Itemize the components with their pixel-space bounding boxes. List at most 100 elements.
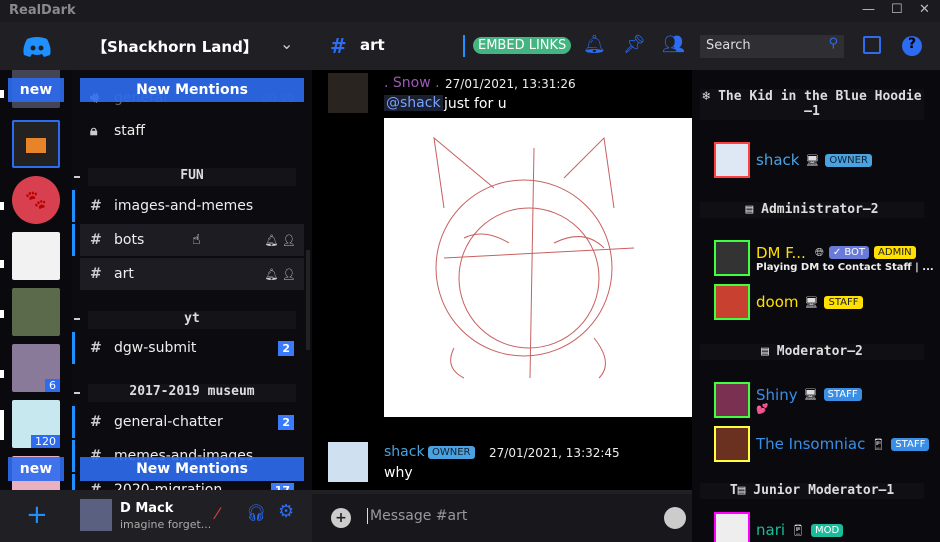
member-list: ❄ The Kid in the Blue Hoodie—1 shack 🖥︎ OW… xyxy=(692,70,940,542)
discord-logo-icon[interactable] xyxy=(22,36,52,58)
chevron-down-icon[interactable]: ⌄ xyxy=(280,34,293,53)
message-composer[interactable]: + Message #art xyxy=(312,494,692,542)
avatar[interactable] xyxy=(714,512,750,542)
help-icon[interactable]: ? xyxy=(902,36,922,56)
app-title: RealDark xyxy=(9,3,76,18)
channel-general-chatter[interactable]: # general-chatter 2 xyxy=(72,406,304,438)
unread-badge: 17 xyxy=(270,482,294,490)
member-shiny[interactable]: Shiny 🖥︎ STAFF 💕 xyxy=(714,382,862,418)
server-icon[interactable] xyxy=(12,232,60,280)
channel-label: staff xyxy=(114,123,146,139)
new-unreads-bottom[interactable]: new xyxy=(8,457,64,481)
avatar[interactable] xyxy=(714,426,750,462)
unread-pill xyxy=(0,90,4,98)
unread-pill xyxy=(0,202,4,210)
message-author[interactable]: . Snow . xyxy=(384,75,440,91)
member-the-insomniac[interactable]: The Insomniac 📱︎ STAFF xyxy=(714,426,930,462)
channel-art[interactable]: # art 🔔︎ 👤︎ xyxy=(80,258,304,290)
bell-invite-icons[interactable]: 🔔︎ 👤︎ xyxy=(265,234,296,247)
server-icon[interactable]: 6 xyxy=(12,344,60,392)
member-status: 💕 xyxy=(756,403,769,415)
member-nari[interactable]: nari 📱︎ MOD xyxy=(714,512,844,542)
avatar[interactable] xyxy=(714,142,750,178)
add-server-icon[interactable]: + xyxy=(26,500,48,530)
mention[interactable]: @shack xyxy=(384,95,443,111)
new-mentions-bottom[interactable]: New Mentions xyxy=(80,457,304,481)
avatar[interactable] xyxy=(328,442,368,482)
role-header: ▤ Moderator—2 xyxy=(700,344,924,360)
member-name: DM F... xyxy=(756,243,806,262)
message-text: just for u xyxy=(444,96,507,112)
title-bar: RealDark — ☐ ✕ xyxy=(0,0,940,22)
channel-dgw-submit[interactable]: # dgw-submit 2 xyxy=(72,332,304,364)
server-icon[interactable] xyxy=(12,288,60,336)
settings-gear-icon[interactable]: ⚙ xyxy=(278,501,294,522)
bell-icon[interactable]: 🔔︎ xyxy=(583,34,606,55)
message-timestamp: 27/01/2021, 13:32:45 xyxy=(489,446,620,460)
collapse-icon[interactable] xyxy=(74,392,80,394)
role-tag: STAFF xyxy=(823,388,862,401)
channel-name: art xyxy=(360,36,385,54)
locked-hash-icon: # xyxy=(90,232,102,248)
message-timestamp: 27/01/2021, 13:31:26 xyxy=(445,77,576,91)
channel-label: images-and-memes xyxy=(114,198,254,214)
mic-muted-icon[interactable]: ⁄ xyxy=(216,504,219,523)
member-dm-bot[interactable]: DM F... 🌐︎ ✓ BOT ADMIN Playing DM to Contact… xyxy=(714,240,934,276)
avatar[interactable] xyxy=(328,73,368,113)
server-icon[interactable]: 120 xyxy=(12,400,60,448)
new-mentions-top[interactable]: New Mentions xyxy=(80,78,304,102)
channel-images-and-memes[interactable]: # images-and-memes xyxy=(72,190,304,222)
folder-icon xyxy=(26,138,46,153)
category-fun[interactable]: FUN xyxy=(88,168,296,186)
message-text: why xyxy=(384,465,413,481)
minimize-button[interactable]: — xyxy=(862,2,875,17)
desktop-icon: 🖥︎ xyxy=(803,388,818,401)
member-name: shack xyxy=(756,151,800,169)
server-folder[interactable] xyxy=(12,120,60,168)
unread-pill xyxy=(0,410,4,440)
hash-icon: # xyxy=(90,482,102,490)
bell-invite-icons[interactable]: 🔔︎ 👤︎ xyxy=(265,268,296,281)
maximize-button[interactable]: ☐ xyxy=(891,2,903,17)
mention-badge: 120 xyxy=(31,435,60,448)
pin-icon[interactable]: 📌︎ xyxy=(623,34,646,55)
member-name: The Insomniac xyxy=(756,435,866,453)
member-shack[interactable]: shack 🖥︎ OWNER xyxy=(714,142,872,178)
channel-label: dgw-submit xyxy=(114,340,197,356)
emoji-icon[interactable] xyxy=(664,507,686,529)
avatar[interactable] xyxy=(714,240,750,276)
search-input[interactable]: Search ⚲ xyxy=(700,35,844,58)
server-icon[interactable]: 🐾︎ xyxy=(12,176,60,224)
channel-bots[interactable]: # bots 🔔︎ 👤︎ ☝︎ xyxy=(72,224,304,256)
category-museum[interactable]: 2017-2019 museum xyxy=(88,384,296,402)
members-icon[interactable]: 👥︎ xyxy=(662,34,685,55)
close-button[interactable]: ✕ xyxy=(919,2,930,17)
role-label: Moderator—2 xyxy=(776,344,863,359)
avatar[interactable] xyxy=(714,382,750,418)
user-avatar[interactable] xyxy=(80,499,112,531)
server-name[interactable]: 【Shackhorn Land】 xyxy=(92,36,258,57)
owner-tag: OWNER xyxy=(428,446,475,459)
avatar[interactable] xyxy=(714,284,750,320)
hash-icon: # xyxy=(90,340,102,356)
attach-plus-icon[interactable]: + xyxy=(331,508,351,528)
scrollbar[interactable] xyxy=(306,250,310,350)
member-doom[interactable]: doom 🖥︎ STAFF xyxy=(714,284,863,320)
message-input[interactable]: Message #art xyxy=(367,508,467,524)
inbox-icon[interactable] xyxy=(863,36,881,54)
desktop-icon: 🖥︎ xyxy=(805,153,820,167)
message-author[interactable]: shack xyxy=(384,444,425,460)
role-header: ▤ Administrator—2 xyxy=(700,202,924,218)
mobile-icon: 📱︎ xyxy=(871,437,886,451)
headphones-icon[interactable]: 🎧︎ xyxy=(246,503,266,522)
collapse-icon[interactable] xyxy=(74,176,80,178)
embed-links-badge[interactable]: EMBED LINKS xyxy=(473,37,572,54)
unread-badge: 2 xyxy=(278,340,294,356)
channel-staff[interactable]: 🔒︎ staff xyxy=(80,115,304,147)
sketch-image-attachment[interactable] xyxy=(384,118,692,417)
new-unreads-top[interactable]: new xyxy=(8,78,64,102)
bot-tag: ✓ BOT xyxy=(828,246,870,259)
collapse-icon[interactable] xyxy=(74,318,80,320)
category-yt[interactable]: yt xyxy=(88,311,296,329)
channel-label: art xyxy=(114,266,134,282)
